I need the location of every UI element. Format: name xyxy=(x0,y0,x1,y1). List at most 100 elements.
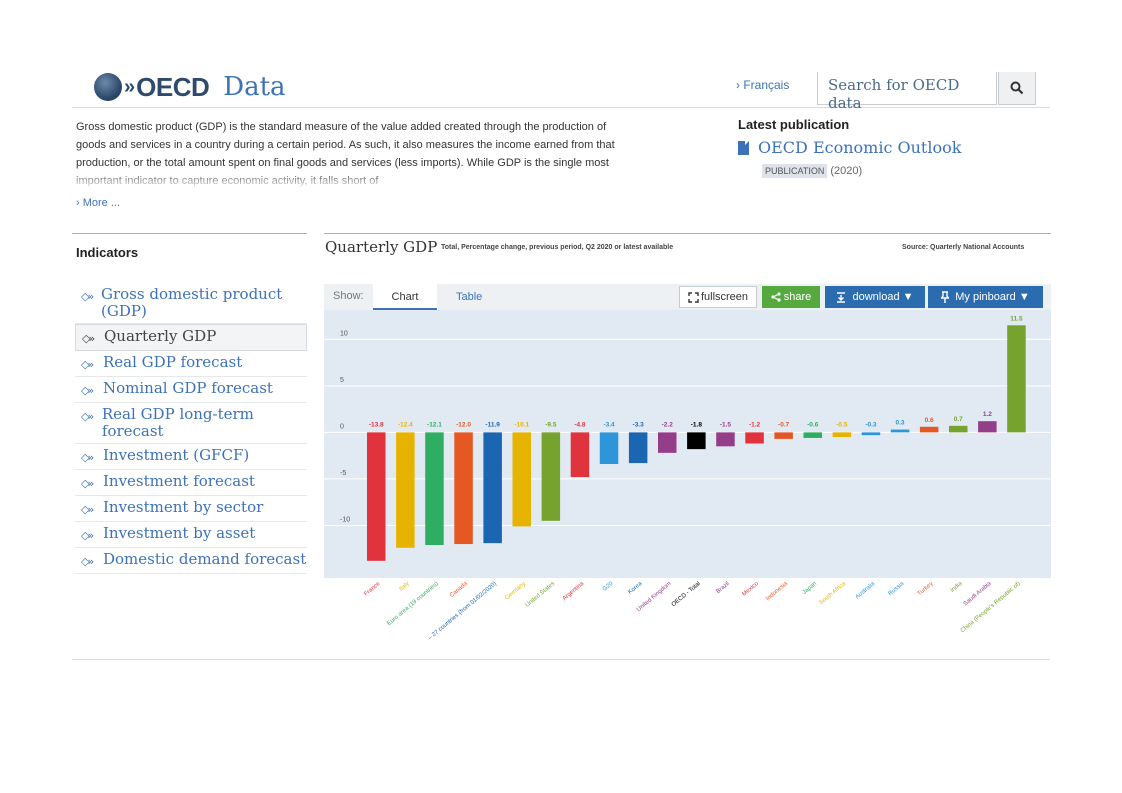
publication-badge: PUBLICATION xyxy=(762,164,828,178)
indicator-item-investment-by-asset[interactable]: ◇» Investment by asset xyxy=(75,522,307,548)
footer-divider xyxy=(72,659,1050,660)
bar-value-label: -0.5 xyxy=(836,421,848,428)
bar[interactable] xyxy=(832,432,852,438)
indicators-heading: Indicators xyxy=(76,245,139,260)
tab-chart[interactable]: Chart xyxy=(373,284,437,310)
indicator-label: Real GDP forecast xyxy=(103,353,243,371)
logo-text: OECD xyxy=(136,71,210,102)
bar[interactable] xyxy=(367,432,386,561)
y-tick-label: 10 xyxy=(340,330,348,337)
x-tick-label: Euro area (19 countries) xyxy=(386,581,439,627)
bar[interactable] xyxy=(483,432,502,544)
bar-value-label: -1.2 xyxy=(749,421,761,428)
bar-value-label: 11.5 xyxy=(1010,315,1023,322)
bar[interactable] xyxy=(628,432,648,464)
bar[interactable] xyxy=(658,432,677,453)
bar[interactable] xyxy=(425,432,444,546)
download-icon xyxy=(837,291,846,303)
indicators-list: ◇» Gross domestic product (GDP) ◇» Quarter… xyxy=(75,283,307,574)
tab-table[interactable]: Table xyxy=(456,284,482,310)
bar[interactable] xyxy=(949,425,968,433)
pinboard-button[interactable]: My pinboard ▼ xyxy=(928,286,1043,308)
bar-value-label: -4.8 xyxy=(574,421,586,428)
chart-subtitle: Total, Percentage change, previous perio… xyxy=(441,244,674,251)
y-tick-label: -5 xyxy=(340,470,346,477)
francais-link[interactable]: › Français xyxy=(736,78,789,92)
double-chevron-icon: ◇» xyxy=(81,555,94,568)
x-tick-label: France xyxy=(363,581,382,598)
bar-value-label: 0.7 xyxy=(954,416,963,423)
indicator-item-investment-by-sector[interactable]: ◇» Investment by sector xyxy=(75,496,307,522)
bar-value-label: -0.7 xyxy=(778,421,790,428)
indicator-label: Real GDP long-term forecast xyxy=(101,405,254,440)
publication-title[interactable]: OECD Economic Outlook xyxy=(758,138,961,157)
pin-icon xyxy=(941,291,950,303)
x-tick-label: United States xyxy=(525,581,556,609)
indicator-item-investment-gfcf[interactable]: ◇» Investment (GFCF) xyxy=(75,444,307,470)
bar-value-label: -11.9 xyxy=(485,421,500,428)
x-tick-label: Canada xyxy=(449,581,469,600)
x-tick-label: Italy xyxy=(398,581,410,593)
indicator-item-quarterly-gdp[interactable]: ◇» Quarterly GDP xyxy=(75,324,307,351)
sidebar-divider xyxy=(72,233,307,234)
x-tick-label: Indonesia xyxy=(765,581,789,603)
search-input[interactable]: Search for OECD data xyxy=(817,72,997,112)
indicator-label: Investment by sector xyxy=(103,498,264,516)
bar[interactable] xyxy=(396,432,415,548)
indicator-item-real-gdp-forecast[interactable]: ◇» Real GDP forecast xyxy=(75,351,307,377)
intro-fade xyxy=(76,170,636,190)
bar[interactable] xyxy=(861,432,881,436)
intro-text-block: Gross domestic product (GDP) is the stan… xyxy=(76,118,636,190)
bar-value-label: -0.6 xyxy=(807,421,819,428)
chart-source[interactable]: Source: Quarterly National Accounts xyxy=(902,244,1024,251)
x-tick-label: Brazil xyxy=(715,581,730,595)
bar[interactable] xyxy=(512,432,532,527)
x-tick-label: Saudi Arabia xyxy=(963,581,993,608)
bar[interactable] xyxy=(599,432,619,465)
x-tick-label: Turkey xyxy=(917,581,935,597)
indicator-item-domestic-demand-forecast[interactable]: ◇» Domestic demand forecast xyxy=(75,548,307,574)
indicator-label: Domestic demand forecast xyxy=(103,550,307,568)
bar[interactable] xyxy=(1007,325,1026,433)
bar[interactable] xyxy=(978,421,997,433)
bar[interactable] xyxy=(919,426,939,433)
indicator-item-gdp[interactable]: ◇» Gross domestic product (GDP) xyxy=(75,283,307,324)
y-tick-label: 5 xyxy=(340,377,344,384)
double-chevron-icon: ◇» xyxy=(81,384,94,397)
bar[interactable] xyxy=(570,432,590,478)
bar[interactable] xyxy=(454,432,473,545)
bar[interactable] xyxy=(774,432,793,439)
bar[interactable] xyxy=(687,432,706,450)
chart-title: Quarterly GDP xyxy=(325,238,438,256)
fullscreen-button[interactable]: fullscreen xyxy=(679,286,757,308)
bar-value-label: -12.0 xyxy=(456,421,471,428)
magnifier-icon xyxy=(1010,81,1024,95)
bar[interactable] xyxy=(890,429,910,433)
chart-toolbar: Show: Chart Table fullscreen share downl… xyxy=(324,284,1051,310)
indicator-label: Investment (GFCF) xyxy=(103,446,250,464)
double-chevron-icon: ◇» xyxy=(81,529,94,542)
x-tick-label: Korea xyxy=(627,581,644,596)
document-icon xyxy=(738,140,749,155)
share-button[interactable]: share xyxy=(762,286,820,308)
download-button[interactable]: download ▼ xyxy=(825,286,925,308)
search-button[interactable] xyxy=(998,72,1036,105)
more-link[interactable]: › More ... xyxy=(76,197,120,209)
double-chevron-icon: ◇» xyxy=(82,332,95,345)
download-label: download ▼ xyxy=(852,291,914,303)
chart-divider xyxy=(324,233,1051,234)
indicator-item-real-gdp-long-term[interactable]: ◇» Real GDP long-term forecast xyxy=(75,403,307,444)
oecd-logo[interactable]: » OECD Data xyxy=(94,72,286,102)
indicator-item-nominal-gdp-forecast[interactable]: ◇» Nominal GDP forecast xyxy=(75,377,307,403)
bar[interactable] xyxy=(803,432,823,438)
publication-year: (2020) xyxy=(830,165,863,177)
bar-value-label: 0.3 xyxy=(896,420,905,427)
x-tick-label: China (People's Republic of) xyxy=(960,581,1022,634)
double-chevron-icon: ◇» xyxy=(81,358,94,371)
publication-link[interactable]: OECD Economic Outlook xyxy=(738,138,961,157)
x-tick-label: Germany xyxy=(504,581,527,601)
bar[interactable] xyxy=(745,432,764,444)
indicator-item-investment-forecast[interactable]: ◇» Investment forecast xyxy=(75,470,307,496)
bar[interactable] xyxy=(541,432,561,521)
bar[interactable] xyxy=(716,432,735,447)
